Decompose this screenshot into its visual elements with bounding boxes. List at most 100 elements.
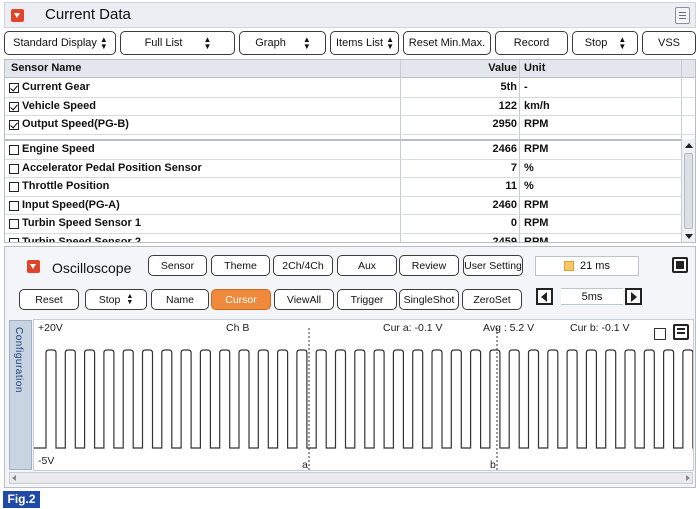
scroll-thumb[interactable]	[684, 153, 693, 229]
sensor-name: Current Gear	[22, 81, 90, 93]
sensor-name: Turbin Speed Sensor 2	[22, 235, 141, 243]
sensor-unit: RPM	[524, 198, 549, 211]
toolbar: Standard Display ▲ ▼ Full List ▲ ▼ Graph ▲ ▼ I…	[4, 31, 696, 56]
row-checkbox[interactable]	[9, 83, 19, 93]
figure-label: Fig.2	[3, 491, 40, 508]
y-top-label: +20V	[38, 322, 63, 334]
sensor-table: Sensor Name Value Unit Current Gear 5th - V…	[4, 59, 696, 243]
plot-checkbox[interactable]	[654, 328, 666, 340]
graph-select[interactable]: Graph ▲ ▼	[239, 31, 326, 55]
row-checkbox[interactable]	[9, 145, 19, 155]
stop-square-icon[interactable]	[672, 257, 688, 273]
record-button[interactable]: Record	[495, 31, 568, 55]
row-checkbox[interactable]	[9, 120, 19, 130]
time-decrease-icon[interactable]	[536, 288, 553, 305]
panel-title: Current Data	[45, 6, 131, 23]
select-caret-icon: ▲ ▼	[126, 292, 134, 306]
select-caret-icon: ▲ ▼	[203, 35, 211, 51]
stop-label: Stop	[584, 37, 608, 49]
channels-button[interactable]: 2Ch/4Ch	[273, 255, 333, 276]
menu-icon[interactable]	[675, 7, 690, 24]
table-row[interactable]: Input Speed(PG-A) 2460 RPM	[5, 197, 681, 215]
name-button[interactable]: Name	[151, 289, 209, 310]
sensor-name: Output Speed(PG-B)	[22, 118, 129, 130]
sensor-unit: RPM	[524, 118, 549, 130]
table-row[interactable]: Turbin Speed Sensor 2 2459 RPM	[5, 234, 681, 243]
table-header: Sensor Name Value Unit	[5, 60, 695, 78]
select-caret-icon: ▲ ▼	[386, 35, 394, 51]
sensor-name: Turbin Speed Sensor 1	[22, 217, 141, 229]
standard-display-label: Standard Display	[13, 37, 97, 49]
sensor-value: 0	[510, 217, 517, 229]
sensor-value: 11	[505, 180, 517, 192]
row-checkbox[interactable]	[9, 101, 19, 112]
single-shot-button[interactable]: SingleShot	[399, 289, 459, 310]
row-checkbox[interactable]	[9, 237, 19, 242]
items-list-select[interactable]: Items List ▲ ▼	[330, 31, 399, 55]
oscilloscope-panel: Oscilloscope Sensor Theme 2Ch/4Ch Aux Re…	[4, 246, 696, 488]
osc-stop-label: Stop	[98, 293, 121, 306]
review-button[interactable]: Review	[399, 255, 459, 276]
sensor-button[interactable]: Sensor	[148, 255, 207, 276]
full-list-select[interactable]: Full List ▲ ▼	[120, 31, 235, 55]
table-row[interactable]: Throttle Position 11%	[5, 178, 681, 197]
user-setting-button[interactable]: User Setting	[463, 255, 523, 276]
reset-button[interactable]: Reset	[19, 289, 79, 310]
table-row[interactable]: Current Gear 5th -	[5, 79, 695, 98]
table-row[interactable]: Accelerator Pedal Position Sensor 7%	[5, 160, 681, 178]
row-checkbox[interactable]	[9, 182, 19, 192]
channel-label: Ch B	[226, 322, 250, 334]
scroll-down-icon[interactable]	[685, 234, 693, 239]
row-checkbox[interactable]	[9, 219, 19, 229]
sensor-unit: RPM	[524, 217, 549, 229]
cursor-button[interactable]: Cursor	[211, 289, 271, 310]
select-caret-icon: ▲ ▼	[99, 35, 108, 51]
sensor-name: Throttle Position	[22, 180, 110, 192]
stop-select[interactable]: Stop ▲ ▼	[572, 31, 638, 55]
y-bottom-label: -5V	[38, 455, 55, 467]
plot-horizontal-scrollbar[interactable]	[9, 472, 693, 484]
reset-minmax-button[interactable]: Reset Min.Max.	[403, 31, 491, 55]
time-increase-icon[interactable]	[625, 288, 642, 305]
fixed-rows: Current Gear 5th - Vehicle Speed 122 km/h Outp…	[5, 79, 695, 135]
timer-icon	[564, 261, 575, 271]
sensor-unit: %	[524, 161, 534, 174]
table-row[interactable]: Engine Speed 2466 RPM	[5, 141, 681, 160]
row-checkbox[interactable]	[9, 200, 19, 211]
sensor-name: Engine Speed	[22, 143, 95, 155]
configuration-tab[interactable]: Configuration	[9, 320, 32, 470]
time-division: 5ms	[561, 288, 623, 305]
graph-label: Graph	[255, 37, 286, 49]
table-row[interactable]: Output Speed(PG-B) 2950 RPM	[5, 116, 695, 135]
scroll-left-icon[interactable]	[12, 475, 16, 481]
row-checkbox[interactable]	[9, 163, 19, 174]
zero-set-button[interactable]: ZeroSet	[462, 289, 522, 310]
waveform-canvas	[34, 328, 693, 470]
trigger-button[interactable]: Trigger	[337, 289, 397, 310]
sensor-unit: km/h	[524, 99, 550, 112]
oscilloscope-collapse-icon[interactable]	[27, 260, 40, 273]
vss-button[interactable]: VSS	[642, 31, 696, 55]
select-caret-icon: ▲ ▼	[302, 35, 311, 51]
sensor-unit: RPM	[524, 143, 549, 155]
table-scrollbar[interactable]	[681, 139, 695, 242]
oscilloscope-plot: +20V Ch B Cur a: -0.1 V Avg : 5.2 V Cur …	[33, 319, 694, 471]
cursor-a-marker[interactable]: a	[302, 459, 308, 470]
cursor-b-marker[interactable]: b	[490, 459, 496, 470]
timer-value: 21 ms	[580, 260, 610, 272]
table-row[interactable]: Turbin Speed Sensor 1 0 RPM	[5, 215, 681, 234]
header-value: Value	[488, 62, 517, 74]
items-list-label: Items List	[336, 37, 384, 49]
aux-button[interactable]: Aux	[337, 255, 397, 276]
osc-stop-select[interactable]: Stop ▲ ▼	[85, 289, 147, 310]
theme-button[interactable]: Theme	[211, 255, 270, 276]
table-row[interactable]: Vehicle Speed 122 km/h	[5, 98, 695, 116]
title-bar: Current Data	[4, 2, 696, 28]
scroll-up-icon[interactable]	[685, 143, 693, 148]
scroll-right-icon[interactable]	[686, 475, 690, 481]
view-all-button[interactable]: ViewAll	[274, 289, 334, 310]
collapse-icon[interactable]	[11, 9, 24, 22]
standard-display-select[interactable]: Standard Display ▲ ▼	[4, 31, 116, 55]
header-sensor-name: Sensor Name	[11, 62, 82, 74]
plot-menu-icon[interactable]	[673, 324, 689, 340]
